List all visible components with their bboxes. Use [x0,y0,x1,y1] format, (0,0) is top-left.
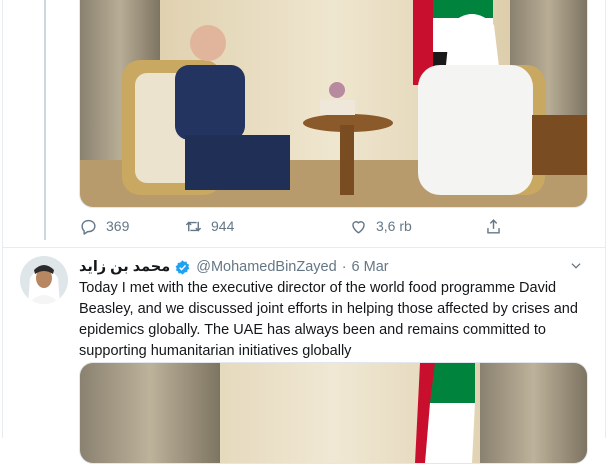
reply-button[interactable]: 369 [79,214,129,238]
tweet-header: محمد بن زايد @MohamedBinZayed · 6 Mar [79,257,389,277]
retweet-count: 944 [211,218,235,234]
timeline: 369 944 3,6 rb محمد بن زايد @MohamedBinZ… [0,0,609,464]
reply-icon [81,219,96,235]
like-icon [352,220,365,234]
retweet-button[interactable]: 944 [184,214,234,238]
tweet-divider [2,247,606,248]
header-separator: · [341,259,347,275]
thread-connector-line [44,0,46,240]
tweet-action-bar: 369 944 3,6 rb [79,214,519,238]
column-border-left [2,0,3,438]
tweet-photo-flag[interactable] [79,362,588,464]
photo-meeting-room [80,0,587,207]
avatar-image [20,256,68,304]
reply-count: 369 [106,218,130,234]
user-handle[interactable]: @MohamedBinZayed [196,259,336,275]
verified-badge-icon [175,259,190,275]
avatar[interactable] [20,256,68,304]
tweet-date[interactable]: 6 Mar [352,259,389,275]
tweet-text: Today I met with the executive director … [79,280,578,359]
like-count: 3,6 rb [376,218,412,234]
chevron-down-icon[interactable] [569,259,583,273]
share-button[interactable] [484,214,511,238]
display-name[interactable]: محمد بن زايد [79,259,170,275]
retweet-icon [185,221,202,231]
column-border-right [605,0,606,438]
tweet-photo-meeting[interactable] [79,0,588,208]
photo-flag-room [80,363,587,463]
share-icon [487,218,500,234]
like-button[interactable]: 3,6 rb [349,214,412,238]
